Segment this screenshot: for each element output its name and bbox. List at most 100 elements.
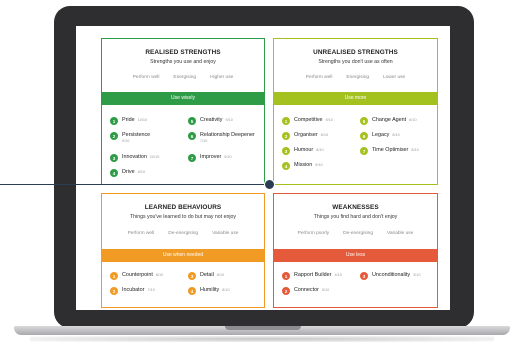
list-item: 3 Humour 8/10 <box>282 147 324 155</box>
item-label: Humility <box>200 287 220 293</box>
realised-strengths-title: REALISED STRENGTHS <box>145 49 221 56</box>
item-number: 4 <box>110 169 118 177</box>
column-label: De-energising <box>343 231 374 236</box>
weaknesses-quadrant: WEAKNESSES Things you find hard and don'… <box>273 193 438 308</box>
item-number: 3 <box>110 154 118 162</box>
unrealised-strengths-subtitle: Strengths you don't use as often <box>318 59 393 65</box>
item-number: 6 <box>188 132 196 140</box>
item-label: Time Optimiser <box>372 147 409 153</box>
item-number: 6 <box>360 132 368 140</box>
realised-strengths-columns: Perform well Energising Higher use <box>102 75 264 80</box>
list-item: 2 Incubator 7/10 <box>110 287 155 295</box>
callout-line <box>0 184 268 185</box>
list-item: 4 Mission 9/10 <box>282 162 323 170</box>
item-number: 1 <box>282 117 290 125</box>
item-score: 3/10 <box>413 273 421 277</box>
item-label: Connector <box>294 287 319 293</box>
item-score: 9/10 <box>225 118 233 122</box>
column-label: Higher use <box>210 75 234 80</box>
item-number: 3 <box>188 272 196 280</box>
column-label: Energising <box>346 75 370 80</box>
item-score: 8/10 <box>409 118 417 122</box>
list-item: 5 Change Agent 8/10 <box>360 117 417 125</box>
learned-behaviours-bar: Use when needed <box>102 249 264 262</box>
item-score: 8/10 <box>411 148 419 152</box>
list-item: 3 Innovation 10/10 <box>110 154 159 162</box>
item-number: 1 <box>282 272 290 280</box>
item-score: 8/10 <box>320 133 329 137</box>
column-label: Perform well <box>127 231 155 236</box>
column-label: Variable use <box>387 231 414 236</box>
realised-strengths-bar: Use wisely <box>102 92 264 105</box>
item-label: Improver <box>200 154 222 160</box>
item-number: 5 <box>360 117 368 125</box>
item-score: 5/10 <box>321 288 330 292</box>
weaknesses-subtitle: Things you find hard and don't enjoy <box>313 214 398 220</box>
laptop-shadow <box>30 336 494 342</box>
item-label: Innovation <box>122 154 147 160</box>
item-number: 4 <box>282 162 290 170</box>
callout-dot <box>264 179 275 190</box>
item-score: 8/10 <box>222 288 230 292</box>
realised-strengths-subtitle: Strengths you use and enjoy <box>150 59 216 65</box>
item-score: 4/10 <box>334 273 342 277</box>
item-score: 9/10 <box>325 118 333 122</box>
item-label: Pride <box>122 117 135 123</box>
item-number: 3 <box>282 147 290 155</box>
weaknesses-title: WEAKNESSES <box>332 204 379 211</box>
item-label: Relationship Deepener <box>200 132 255 138</box>
list-item: 1 Competitive 9/10 <box>282 117 333 125</box>
unrealised-strengths-bar: Use more <box>274 92 437 105</box>
item-label: Mission <box>294 162 313 168</box>
column-label: Perform poorly <box>297 231 330 236</box>
item-number: 7 <box>188 154 196 162</box>
laptop-screen: REALISED STRENGTHS Strengths you use and… <box>76 26 450 310</box>
item-label: Incubator <box>122 287 145 293</box>
list-item: 4 Drive 8/10 <box>110 169 145 177</box>
item-score: 8/10 <box>155 273 164 277</box>
list-item: 6 Relationship Deepener 7/10 <box>188 132 255 144</box>
item-number: 2 <box>282 287 290 295</box>
column-label: Perform well <box>305 75 333 80</box>
item-score: 9/10 <box>315 163 323 167</box>
item-number: 5 <box>188 117 196 125</box>
item-score: 9/10 <box>122 139 130 143</box>
item-number: 3 <box>360 272 368 280</box>
learned-behaviours-subtitle: Things you've learned to do but may not … <box>130 214 236 220</box>
list-item: 2 Organiser 8/10 <box>282 132 328 140</box>
learned-behaviours-title: LEARNED BEHAVIOURS <box>144 204 222 211</box>
unrealised-strengths-quadrant: UNREALISED STRENGTHS Strengths you don't… <box>273 38 438 185</box>
item-score: 8/10 <box>137 170 145 174</box>
item-score: 7/10 <box>147 288 155 292</box>
item-number: 2 <box>110 287 118 295</box>
column-label: Perform well <box>132 75 160 80</box>
item-number: 4 <box>188 287 196 295</box>
column-label: De-energising <box>168 231 199 236</box>
weaknesses-bar: Use less <box>274 249 437 262</box>
item-label: Change Agent <box>372 117 407 123</box>
item-number: 7 <box>360 147 368 155</box>
item-label: Organiser <box>294 132 318 138</box>
item-score: 8/10 <box>392 133 400 137</box>
list-item: 5 Creativity 9/10 <box>188 117 233 125</box>
item-score: 7/10 <box>200 139 208 143</box>
weaknesses-columns: Perform poorly De-energising Variable us… <box>274 231 437 236</box>
item-label: Drive <box>122 169 135 175</box>
item-label: Detail <box>200 272 214 278</box>
learned-behaviours-quadrant: LEARNED BEHAVIOURS Things you've learned… <box>101 193 265 308</box>
item-label: Counterpoint <box>122 272 153 278</box>
unrealised-strengths-title: UNREALISED STRENGTHS <box>313 49 398 56</box>
list-item: 1 Pride 10/10 <box>110 117 147 125</box>
item-label: Rapport Builder <box>294 272 332 278</box>
list-item: 7 Improver 9/10 <box>188 154 232 162</box>
item-number: 2 <box>110 132 118 140</box>
item-label: Creativity <box>200 117 223 123</box>
item-number: 1 <box>110 272 118 280</box>
list-item: 2 Connector 5/10 <box>282 287 329 295</box>
list-item: 7 Time Optimiser 8/10 <box>360 147 419 155</box>
item-score: 9/10 <box>224 155 232 159</box>
item-number: 1 <box>110 117 118 125</box>
item-label: Unconditionality <box>372 272 411 278</box>
unrealised-strengths-columns: Perform well Energising Lower use <box>274 75 437 80</box>
list-item: 4 Humility 8/10 <box>188 287 230 295</box>
